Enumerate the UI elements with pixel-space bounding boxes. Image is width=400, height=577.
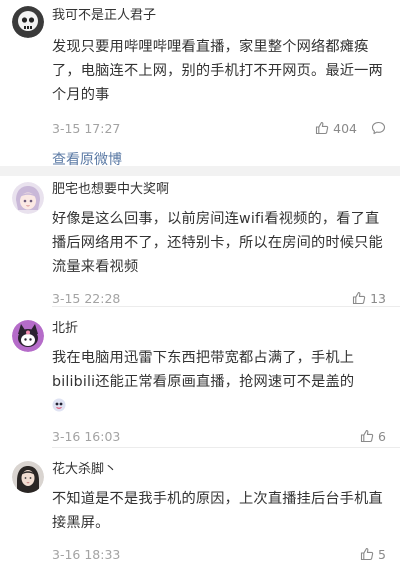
comment-feed: 我可不是正人君子 发现只要用哔哩哔哩看直播，家里整个网络都瘫痪了，电脑连不上网，… — [0, 0, 400, 577]
comment-meta: 3-16 16:03 6 — [52, 427, 386, 445]
thumbs-up-icon — [316, 121, 329, 135]
comment-username[interactable]: 我可不是正人君子 — [52, 4, 386, 25]
avatar-anime-girl-icon[interactable] — [12, 182, 44, 214]
comment-separator — [52, 447, 400, 448]
comment-text: 不知道是不是我手机的原因，上次直播挂后台手机直接黑屏。 — [52, 491, 383, 531]
thumbs-up-icon — [360, 429, 374, 443]
comment-username[interactable]: 肥宅也想要中大奖啊 — [52, 176, 386, 199]
comment-text-content: 我在电脑用迅雷下东西把带宽都占满了，手机上bilibili还能正常看原画直播，抢… — [52, 350, 355, 390]
comment-item: 花大杀脚丶 不知道是不是我手机的原因，上次直播挂后台手机直接黑屏。 3-16 1… — [0, 455, 400, 563]
like-count: 6 — [378, 428, 386, 444]
like-count: 404 — [333, 120, 357, 136]
comment-actions: 404 — [315, 121, 386, 136]
emoji-sticker-icon — [52, 396, 66, 412]
comment-time: 3-16 18:33 — [52, 546, 121, 562]
like-count: 5 — [378, 546, 386, 562]
like-count: 13 — [370, 290, 386, 306]
avatar-kuromi-icon[interactable] — [12, 320, 44, 352]
like-button[interactable]: 6 — [360, 429, 386, 444]
reply-button[interactable] — [371, 121, 386, 135]
comment-actions: 5 — [360, 547, 386, 562]
section-divider — [0, 166, 400, 176]
comment-text: 好像是这么回事，以前房间连wifi看视频的，看了直播后网络用不了，还特别卡，所以… — [52, 211, 383, 275]
comment-time: 3-15 17:27 — [52, 120, 121, 136]
like-button[interactable]: 5 — [360, 547, 386, 562]
comment-meta: 3-15 22:28 13 — [52, 289, 386, 307]
avatar-skull-icon[interactable] — [12, 6, 44, 38]
comment-time: 3-16 16:03 — [52, 428, 121, 444]
comment-text: 我在电脑用迅雷下东西把带宽都占满了，手机上bilibili还能正常看原画直播，抢… — [52, 346, 386, 418]
comment-text: 发现只要用哔哩哔哩看直播，家里整个网络都瘫痪了，电脑连不上网，别的手机打不开网页… — [52, 39, 383, 103]
comment-separator — [52, 306, 400, 307]
comment-actions: 13 — [352, 291, 386, 306]
comment-bubble-icon — [371, 121, 386, 135]
thumbs-up-icon — [360, 547, 374, 561]
comment-item: 北折 我在电脑用迅雷下东西把带宽都占满了，手机上bilibili还能正常看原画直… — [0, 315, 400, 445]
comment-item: 我可不是正人君子 发现只要用哔哩哔哩看直播，家里整个网络都瘫痪了，电脑连不上网，… — [0, 4, 400, 170]
comment-meta: 3-16 18:33 5 — [52, 545, 386, 563]
comment-item: 肥宅也想要中大奖啊 好像是这么回事，以前房间连wifi看视频的，看了直播后网络用… — [0, 176, 400, 307]
comment-time: 3-15 22:28 — [52, 290, 121, 306]
comment-username[interactable]: 北折 — [52, 315, 386, 338]
thumbs-up-icon — [353, 291, 366, 305]
like-button[interactable]: 404 — [315, 121, 357, 136]
avatar-portrait-icon[interactable] — [12, 461, 44, 493]
comment-meta: 3-15 17:27 404 — [52, 119, 386, 137]
comment-actions: 6 — [360, 429, 386, 444]
comment-username[interactable]: 花大杀脚丶 — [52, 455, 386, 479]
like-button[interactable]: 13 — [352, 291, 386, 306]
